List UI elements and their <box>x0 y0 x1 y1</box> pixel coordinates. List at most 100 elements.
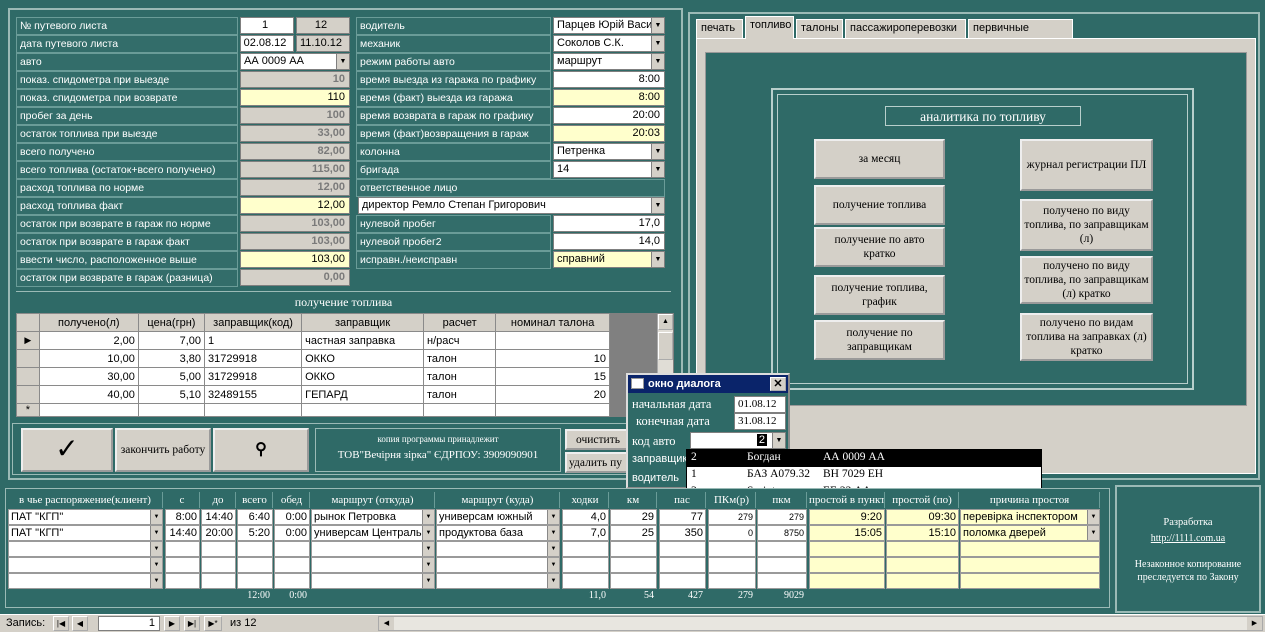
routes-cell[interactable] <box>886 541 959 557</box>
table-row[interactable]: 40,00 5,10 32489155 ГЕПАРД талон 20 <box>16 385 610 404</box>
tab-2[interactable]: талоны <box>796 19 843 38</box>
time-out-fact-field[interactable]: 8:00 <box>553 89 665 106</box>
chevron-down-icon[interactable]: ▼ <box>547 542 559 556</box>
routes-cell[interactable]: 279 <box>757 509 807 525</box>
routes-cell[interactable]: поломка дверей ▼ <box>960 525 1100 541</box>
routes-cell[interactable] <box>708 573 756 589</box>
table-cell[interactable]: 30,00 <box>38 367 139 386</box>
new-record-button[interactable]: ▶* <box>204 616 222 631</box>
routes-cell[interactable]: продуктова база ▼ <box>436 525 560 541</box>
routes-cell[interactable]: 29 <box>610 509 657 525</box>
routes-cell[interactable]: 8750 <box>757 525 807 541</box>
close-icon[interactable]: ✕ <box>770 377 786 391</box>
table-cell[interactable]: 40,00 <box>38 385 139 404</box>
chevron-down-icon[interactable]: ▼ <box>422 542 434 556</box>
routes-cell[interactable] <box>708 557 756 573</box>
dropdown-option[interactable]: 2 Богдан АА 0009 АА <box>687 450 1041 467</box>
routes-cell[interactable] <box>562 557 609 573</box>
table-cell[interactable] <box>495 331 610 350</box>
responsible-select[interactable]: директор Ремло Степан Григорович ▼ <box>358 197 665 214</box>
dropdown-option[interactable]: 1 БАЗ А079.32 ВН 7029 ЕН <box>687 467 1041 484</box>
tab-1[interactable]: топливо <box>745 16 794 39</box>
table-cell[interactable]: 31729918 <box>203 349 303 368</box>
table-cell[interactable]: 10,00 <box>38 349 139 368</box>
row-selector[interactable]: * <box>16 403 40 417</box>
chevron-down-icon[interactable]: ▼ <box>1087 510 1099 524</box>
routes-cell[interactable]: 25 <box>610 525 657 541</box>
table-cell[interactable]: 2,00 <box>38 331 139 350</box>
routes-cell[interactable] <box>659 573 706 589</box>
chevron-down-icon[interactable]: ▼ <box>422 558 434 572</box>
table-row[interactable]: ▶ 2,00 7,00 1 частная заправка н/расч <box>16 331 610 350</box>
routes-cell[interactable]: 15:10 <box>886 525 959 541</box>
table-cell[interactable]: 5,10 <box>137 385 206 404</box>
routes-cell[interactable]: 5:20 <box>237 525 273 541</box>
table-cell[interactable]: 3,80 <box>137 349 206 368</box>
column-select[interactable]: Петренка ▼ <box>553 143 665 160</box>
chevron-down-icon[interactable]: ▼ <box>336 54 349 69</box>
scroll-up-icon[interactable]: ▲ <box>658 314 673 330</box>
current-record-field[interactable]: 1 <box>98 616 160 631</box>
waybill-date-field[interactable]: 02.08.12 <box>240 35 294 52</box>
prev-record-button[interactable]: ◀ <box>72 616 88 631</box>
table-cell[interactable]: 15 <box>495 367 610 386</box>
routes-cell[interactable] <box>610 557 657 573</box>
tab-0[interactable]: печать <box>696 19 743 38</box>
analytics-left-button-1[interactable]: получение топлива <box>814 185 945 225</box>
routes-cell[interactable] <box>886 557 959 573</box>
routes-cell[interactable] <box>274 557 310 573</box>
routes-cell[interactable] <box>165 573 200 589</box>
routes-cell[interactable]: 9:20 <box>809 509 885 525</box>
routes-cell[interactable]: 77 <box>659 509 706 525</box>
routes-cell[interactable] <box>237 557 273 573</box>
fuel-fact-field[interactable]: 12,00 <box>240 197 350 214</box>
chevron-down-icon[interactable]: ▼ <box>422 526 434 540</box>
table-cell[interactable]: 7,00 <box>137 331 206 350</box>
routes-cell[interactable]: 7,0 <box>562 525 609 541</box>
routes-cell[interactable]: ▼ <box>8 573 163 589</box>
confirm-button[interactable]: ✓ <box>21 428 113 472</box>
table-cell[interactable]: 10 <box>495 349 610 368</box>
brigade-select[interactable]: 14 ▼ <box>553 161 665 178</box>
chevron-down-icon[interactable]: ▼ <box>150 510 162 524</box>
table-cell[interactable] <box>38 403 139 417</box>
auto-select[interactable]: АА 0009 АА ▼ <box>240 53 350 70</box>
status-select[interactable]: справний ▼ <box>553 251 665 268</box>
table-cell[interactable]: талон <box>422 367 497 386</box>
chevron-down-icon[interactable]: ▼ <box>422 510 434 524</box>
time-back-fact-field[interactable]: 20:03 <box>553 125 665 142</box>
zero-run2-field[interactable]: 14,0 <box>553 233 665 250</box>
speedometer-back-field[interactable]: 110 <box>240 89 350 106</box>
routes-cell[interactable] <box>809 541 885 557</box>
chevron-down-icon[interactable]: ▼ <box>651 18 664 33</box>
tab-4[interactable]: первичные данные <box>968 19 1073 51</box>
last-record-button[interactable]: ▶| <box>184 616 200 631</box>
routes-cell[interactable] <box>610 541 657 557</box>
tab-3[interactable]: пассажироперевозки <box>845 19 966 38</box>
routes-cell[interactable]: 8:00 <box>165 509 200 525</box>
chevron-down-icon[interactable]: ▼ <box>651 198 664 213</box>
routes-cell[interactable] <box>757 541 807 557</box>
start-date-field[interactable]: 01.08.12 <box>734 396 786 413</box>
routes-cell[interactable] <box>165 541 200 557</box>
routes-cell[interactable] <box>886 573 959 589</box>
routes-cell[interactable] <box>201 541 236 557</box>
mechanic-select[interactable]: Соколов С.К. ▼ <box>553 35 665 52</box>
chevron-down-icon[interactable]: ▼ <box>422 574 434 588</box>
row-selector[interactable] <box>16 349 40 368</box>
table-row[interactable]: 30,00 5,00 31729918 ОККО талон 15 <box>16 367 610 386</box>
routes-cell[interactable]: 09:30 <box>886 509 959 525</box>
finish-work-button[interactable]: закончить работу <box>115 428 211 472</box>
auto-code-select[interactable]: 2 ▼ <box>690 432 786 449</box>
routes-cell[interactable]: 279 <box>708 509 756 525</box>
routes-cell[interactable]: ▼ <box>311 573 435 589</box>
table-cell[interactable]: 20 <box>495 385 610 404</box>
table-cell[interactable]: талон <box>422 385 497 404</box>
routes-cell[interactable]: 14:40 <box>165 525 200 541</box>
routes-cell[interactable] <box>757 557 807 573</box>
routes-cell[interactable] <box>237 541 273 557</box>
routes-cell[interactable]: 14:40 <box>201 509 236 525</box>
chevron-down-icon[interactable]: ▼ <box>651 162 664 177</box>
table-cell[interactable]: 31729918 <box>203 367 303 386</box>
routes-cell[interactable]: рынок Петровка ▼ <box>311 509 435 525</box>
